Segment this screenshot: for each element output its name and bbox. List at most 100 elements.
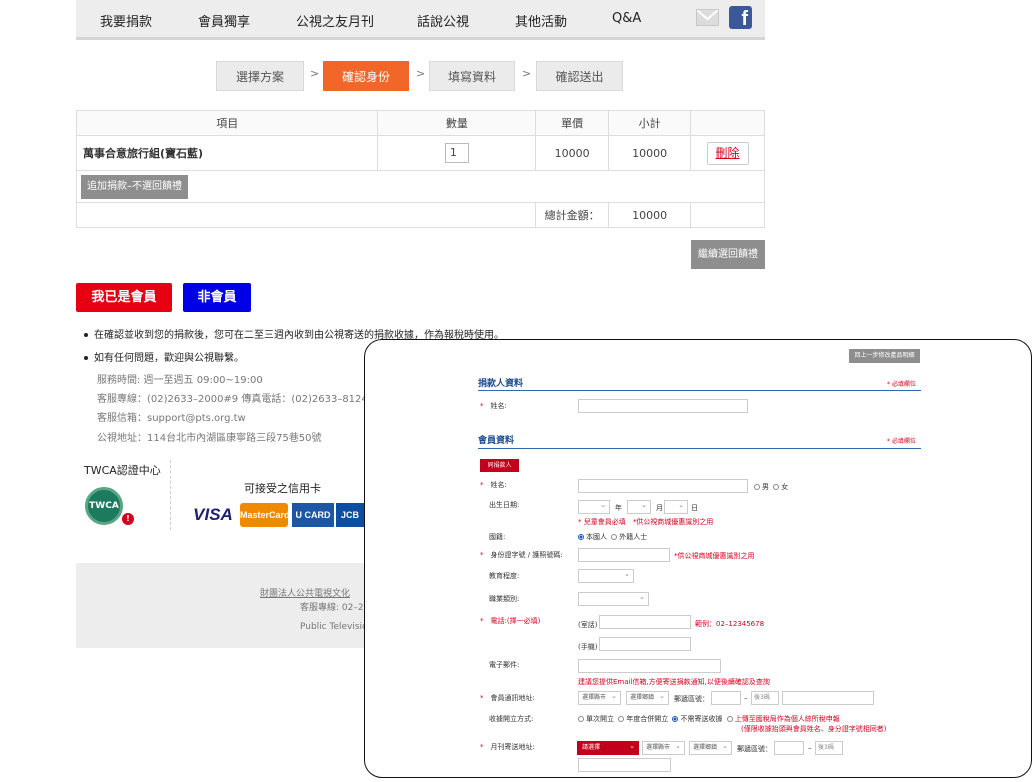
receipt-upload-note: (僅限收據抬頭與會員姓名、身分證字號相同者)	[741, 725, 887, 733]
total-empty	[690, 202, 765, 228]
month-label: 月	[656, 504, 663, 512]
magazine-label: * 月刊寄送地址:	[480, 743, 535, 751]
birth-year-select[interactable]	[578, 499, 610, 514]
nationality-label: 國籍:	[489, 533, 506, 541]
add-donation-button[interactable]: 追加捐款–不選回饋禮	[81, 174, 188, 199]
zip3-input[interactable]: 後3碼	[751, 691, 779, 705]
form-overlay: 回上一步修改產品明細 捐款人資料 * 必填欄位 * 姓名: 會員資料 * 必填欄…	[364, 339, 1032, 778]
id-label: * 身份證字號 / 護照號碼:	[480, 551, 563, 559]
zip-input[interactable]	[711, 691, 741, 705]
birth-month-select[interactable]	[627, 499, 651, 514]
member-name-input[interactable]	[578, 479, 748, 493]
nav-qa[interactable]: Q&A	[612, 11, 641, 26]
section-divider	[478, 448, 921, 449]
table-row: 萬事合意旅行組(寶石藍) 1 10000 10000 刪除	[75, 135, 765, 171]
mail-icon[interactable]	[696, 9, 719, 26]
service-email: 客服信箱：support@pts.org.tw	[97, 413, 246, 424]
zip-dash: –	[744, 694, 748, 702]
subtotal-cell: 10000	[608, 135, 692, 171]
total-row: 總計金額： 10000	[75, 202, 765, 228]
email-note: 建議您提供Email信箱,方便寄送捐款通知,以便後續確認及查詢	[578, 678, 770, 686]
page: 我要捐款 會員獨享 公視之友月刊 話說公視 其他活動 Q&A f 選擇方案 > …	[0, 0, 1034, 782]
step-fill-info: 填寫資料	[429, 61, 515, 91]
mobile-input[interactable]	[599, 637, 691, 651]
magazine-city-select[interactable]: 選擇縣市	[642, 740, 685, 755]
member-button[interactable]: 我已是會員	[76, 283, 172, 312]
col-qty: 數量	[377, 110, 537, 136]
divider	[170, 460, 171, 530]
nonmember-button[interactable]: 非會員	[183, 283, 251, 312]
address-input[interactable]	[782, 691, 874, 705]
magazine-address-input[interactable]	[578, 758, 671, 772]
back-to-products-button[interactable]: 回上一步修改產品明細	[849, 349, 920, 363]
service-hotline: 客服專線：(02)2633–2000#9 傳真電話：(02)2633–8124	[97, 394, 368, 405]
address-label: * 會員通訊地址:	[480, 694, 535, 702]
mastercard-logo: MasterCard	[240, 503, 290, 527]
id-note: *供公視商城優惠識別之用	[674, 552, 755, 560]
footer-org[interactable]: 財團法人公共電視文化	[260, 586, 350, 599]
birth-label: 出生日期:	[489, 501, 520, 509]
cards-label: 可接受之信用卡	[244, 482, 321, 495]
item-name: 萬事合意旅行組(寶石藍)	[75, 135, 379, 171]
member-section-title: 會員資料	[478, 436, 515, 446]
nationality-options[interactable]: 本國人 外籍人士	[576, 532, 647, 542]
required-note: * 必填欄位	[887, 381, 916, 388]
email-label: 電子郵件:	[489, 661, 520, 669]
receipt-options[interactable]: 單次開立 年度合併開立 不需寄送收據 上傳至國稅局作為個人綜所稅申報	[576, 714, 840, 724]
district-select[interactable]: 選擇鄉鎮	[626, 690, 669, 705]
id-input[interactable]	[578, 548, 670, 562]
delete-button[interactable]: 刪除	[706, 141, 749, 165]
mobile-label: (手機)	[578, 643, 598, 651]
year-label: 年	[615, 504, 622, 512]
step-confirm-identity: 確認身份	[323, 61, 409, 91]
qty-cell: 1	[377, 135, 537, 171]
nav-donate[interactable]: 我要捐款	[100, 11, 152, 30]
nav-monthly[interactable]: 公視之友月刊	[296, 11, 374, 30]
twca-logo-icon: TWCA	[85, 487, 123, 525]
note-contact-text: 如有任何問題，歡迎與公視聯繫。	[94, 353, 244, 364]
quantity-input[interactable]: 1	[444, 143, 469, 163]
magazine-district-select[interactable]: 選擇鄉鎮	[689, 740, 732, 755]
col-item: 項目	[75, 110, 379, 136]
add-row: 追加捐款–不選回饋禮	[76, 170, 765, 203]
birth-day-select[interactable]	[664, 499, 688, 514]
phone-example: 範例：02–12345678	[695, 620, 765, 628]
home-phone-input[interactable]	[599, 615, 691, 629]
nav-member-exclusive[interactable]: 會員獨享	[198, 11, 250, 30]
required-note: * 必填欄位	[887, 438, 916, 445]
step-choose-plan: 選擇方案	[216, 61, 304, 91]
donor-name-input[interactable]	[578, 399, 748, 413]
top-nav: 我要捐款 會員獨享 公視之友月刊 話說公視 其他活動 Q&A f	[76, 0, 765, 40]
footer-english: Public Televisio	[300, 622, 368, 632]
total-spacer	[75, 202, 537, 228]
email-input[interactable]	[578, 659, 721, 673]
col-price: 單價	[535, 110, 610, 136]
occupation-label: 職業類別:	[489, 595, 520, 603]
price-cell: 10000	[535, 135, 610, 171]
footer-hotline: 客服專線: 02–2	[300, 603, 364, 613]
member-name-label: * 姓名:	[480, 481, 507, 489]
magazine-zip-label: 郵遞區號：	[737, 745, 772, 753]
occupation-select[interactable]	[578, 591, 649, 606]
magazine-zip-input[interactable]	[774, 741, 804, 755]
nav-other-events[interactable]: 其他活動	[515, 11, 567, 30]
action-cell: 刪除	[690, 135, 765, 171]
facebook-icon[interactable]: f	[729, 6, 752, 30]
service-hours: 服務時間: 週一至週五 09:00~19:00	[97, 375, 263, 386]
ucard-logo: U CARD	[292, 503, 334, 527]
step-separator: >	[310, 67, 320, 80]
continue-gift-button[interactable]: 繼續選回饋禮	[691, 240, 765, 269]
same-as-donor-button[interactable]: 同捐款人	[480, 459, 519, 472]
receipt-label: 收據開立方式:	[489, 715, 534, 723]
cart-header-row: 項目 數量 單價 小計	[75, 110, 765, 136]
education-select[interactable]	[578, 568, 634, 583]
city-select[interactable]: 選擇縣市	[578, 690, 621, 705]
magazine-address-select[interactable]: 請選擇	[577, 739, 639, 755]
gender-options[interactable]: 男 女	[752, 482, 788, 492]
visa-logo: VISA	[193, 505, 233, 524]
col-subtotal: 小計	[608, 110, 692, 136]
magazine-zip3-input[interactable]: 後3碼	[815, 741, 843, 755]
donor-name-label: * 姓名:	[480, 402, 507, 410]
nav-talk-pts[interactable]: 話說公視	[417, 11, 469, 30]
bullet-icon	[84, 333, 88, 337]
